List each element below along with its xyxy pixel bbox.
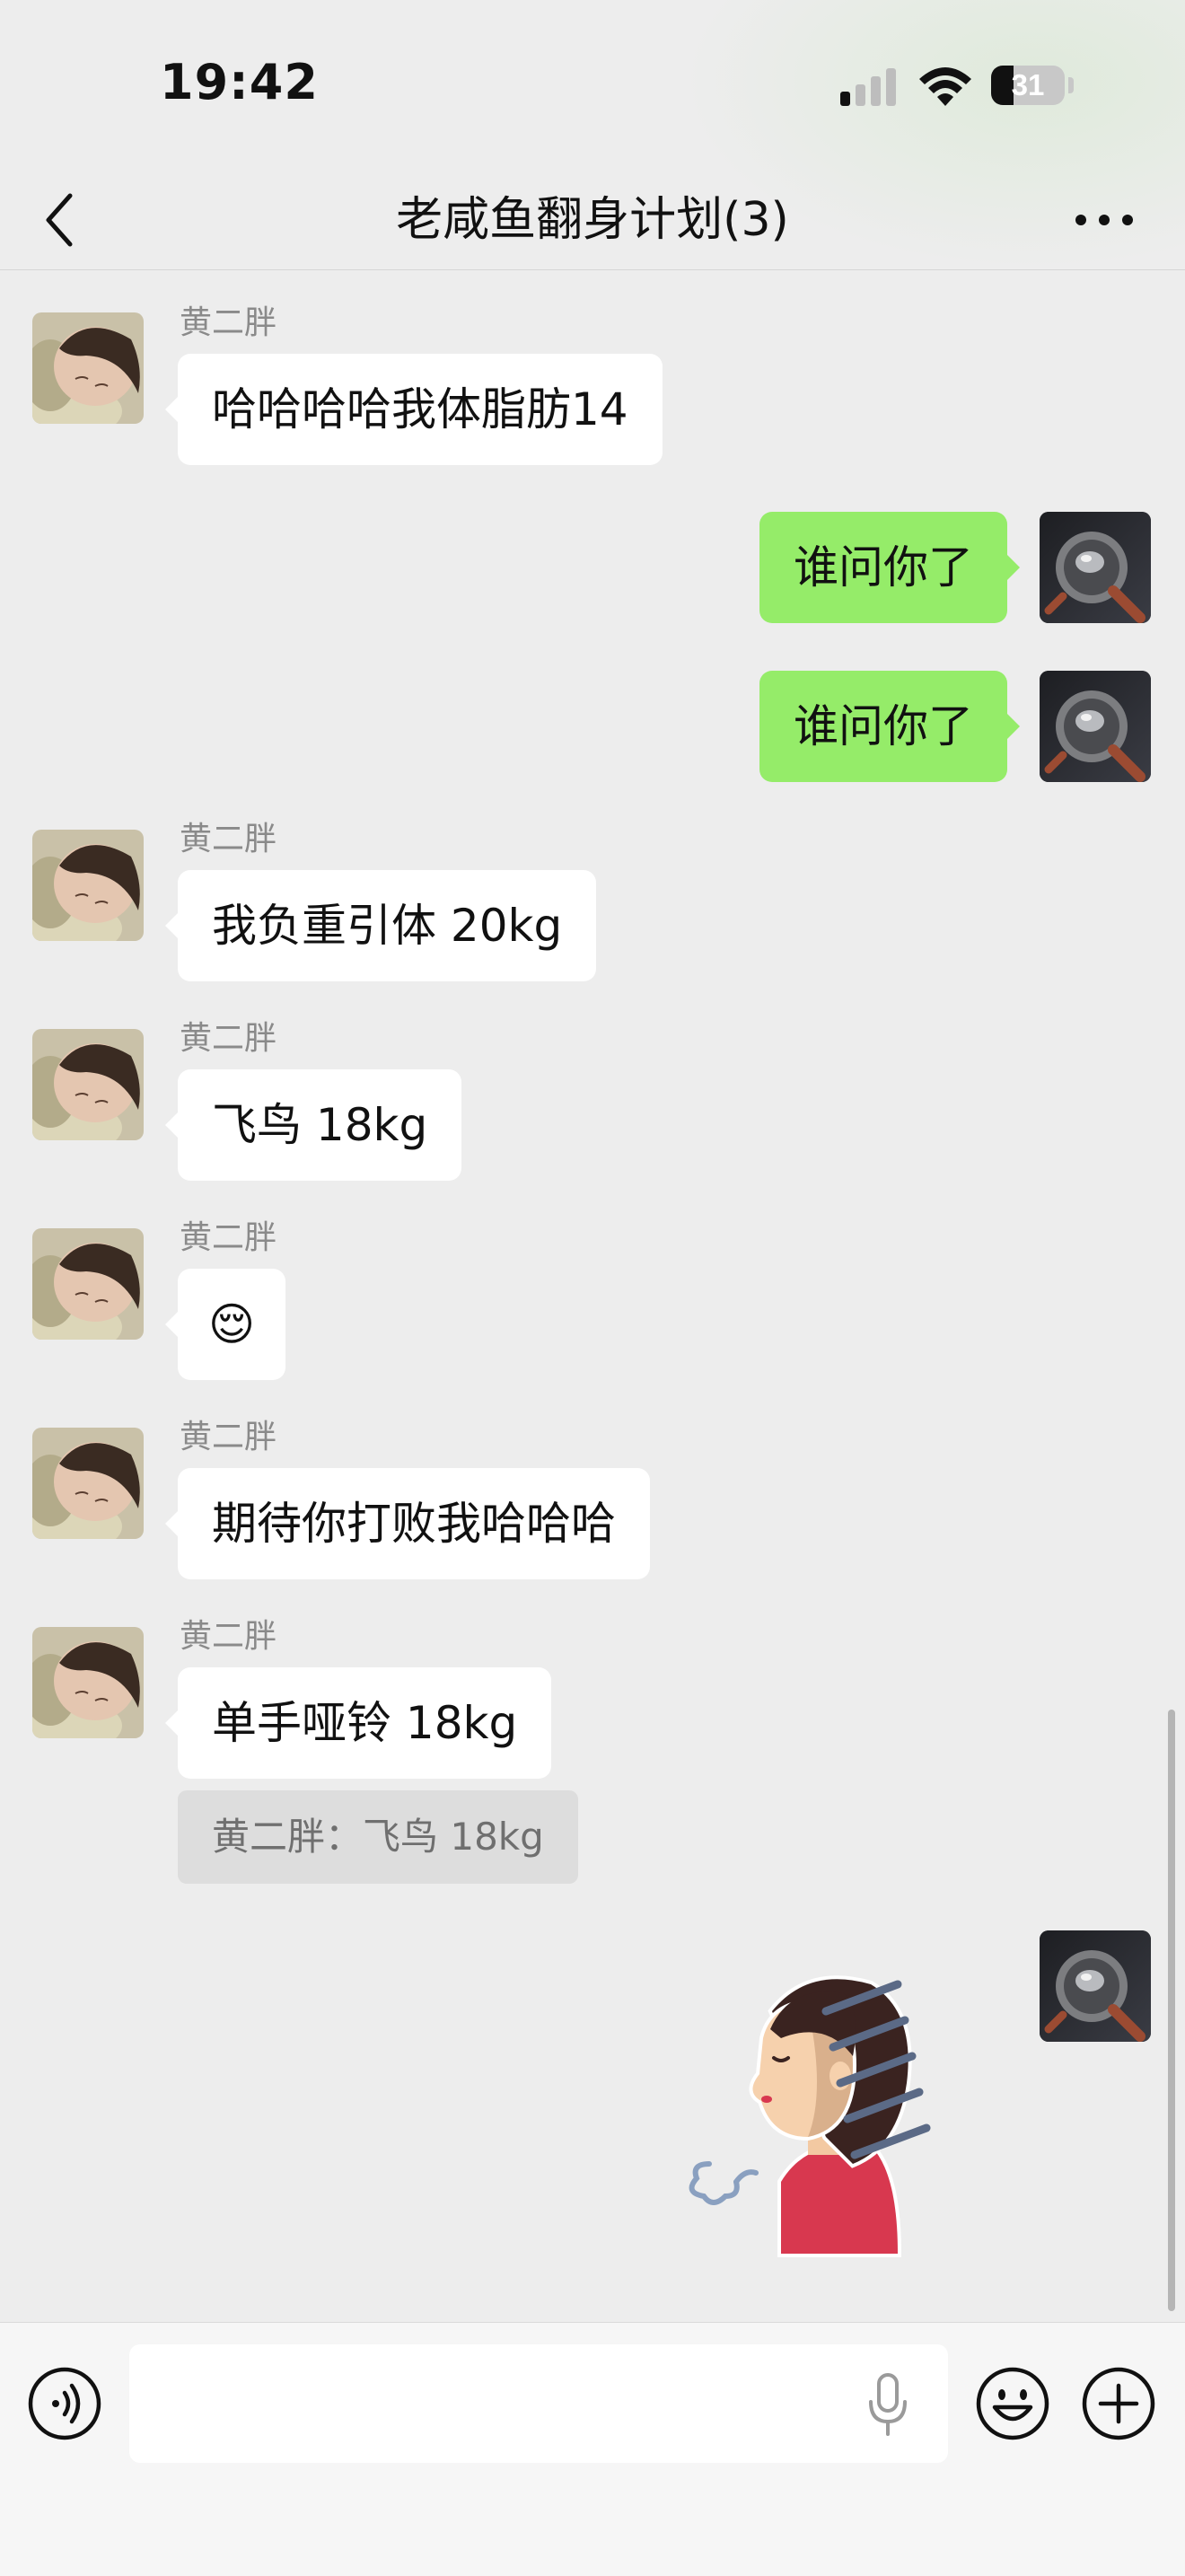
my-avatar[interactable] [1040,1930,1151,2042]
emoji-icon[interactable] [975,2366,1050,2441]
battery-cap [1068,77,1074,93]
scrollbar[interactable] [1168,1710,1175,2311]
input-bar [0,2322,1185,2576]
sender-name: 黄二胖 [180,1618,277,1655]
status-bar: 19:42 31 [0,0,1185,269]
avatar[interactable] [32,312,144,424]
my-avatar[interactable] [1040,512,1151,623]
chat-header: 老咸鱼翻身计划(3) [0,171,1185,270]
message-bubble-outgoing[interactable]: 谁问你了 [759,671,1020,782]
message-bubble-incoming[interactable]: 单手哑铃 18kg [164,1667,552,1779]
status-time: 19:42 [160,54,319,110]
chat-title: 老咸鱼翻身计划(3) [396,193,789,247]
message-bubble-emoji[interactable]: 😌 [164,1269,286,1380]
avatar[interactable] [32,830,144,941]
message-bubble-incoming[interactable]: 我负重引体 20kg [164,870,597,981]
my-avatar[interactable] [1040,671,1151,782]
avatar[interactable] [32,1428,144,1539]
sender-name: 黄二胖 [180,304,277,341]
avatar[interactable] [32,1627,144,1738]
sender-name: 黄二胖 [180,1020,277,1057]
sender-name: 黄二胖 [180,821,277,857]
cellular-signal-icon [840,68,896,106]
avatar[interactable] [32,1029,144,1140]
battery-indicator: 31 [991,66,1065,105]
plus-icon[interactable] [1081,2366,1156,2441]
message-bubble-incoming[interactable]: 哈哈哈哈我体脂肪14 [165,354,663,465]
sender-name: 黄二胖 [180,1219,277,1256]
voice-mode-icon[interactable] [27,2366,102,2441]
quoted-message[interactable]: 黄二胖：飞鸟 18kg [178,1790,578,1884]
microphone-icon[interactable] [865,2371,910,2438]
sighing-woman-sticker[interactable] [673,1957,979,2263]
message-bubble-incoming[interactable]: 飞鸟 18kg [164,1069,462,1181]
message-bubble-outgoing[interactable]: 谁问你了 [759,512,1020,623]
wifi-icon [919,67,971,106]
avatar[interactable] [32,1228,144,1340]
chevron-left-icon[interactable] [38,189,83,251]
battery-level-text: 31 [1011,68,1045,101]
message-input[interactable] [129,2344,948,2463]
sender-name: 黄二胖 [180,1419,277,1455]
more-dots-icon[interactable] [1068,198,1140,242]
message-bubble-incoming[interactable]: 期待你打败我哈哈哈 [165,1468,650,1579]
